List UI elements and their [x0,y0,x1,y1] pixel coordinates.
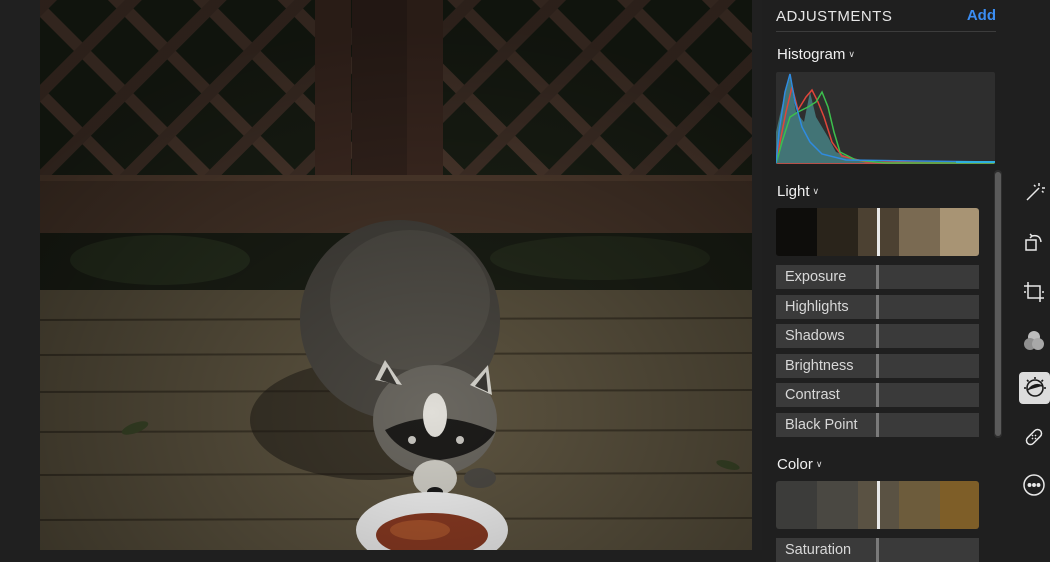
crop-icon[interactable] [1019,277,1049,307]
color-thumb [776,481,817,529]
filters-icon[interactable] [1019,326,1049,356]
slider-handle[interactable] [876,265,879,289]
photo-canvas[interactable] [40,0,752,550]
slider-row-brightness[interactable]: Brightness [776,353,979,378]
adjustments-title: ADJUSTMENTS [776,8,893,25]
histogram-title: Histogram [777,46,846,63]
light-section-toggle[interactable]: Light ∨ [777,183,819,200]
slider-row-shadows[interactable]: Shadows [776,324,979,348]
adjustments-header: ADJUSTMENTS Add [776,7,996,32]
add-button[interactable]: Add [967,7,996,24]
magic-wand-icon[interactable] [1019,178,1049,208]
color-preview-strip[interactable] [776,481,979,529]
slider-row-exposure[interactable]: Exposure [776,265,979,289]
adjust-icon[interactable] [1019,372,1050,404]
slider-handle[interactable] [876,353,879,378]
chevron-down-icon: ∨ [848,49,855,59]
slider-row-highlights[interactable]: Highlights [776,294,979,319]
color-title: Color [777,456,813,473]
retouch-icon[interactable] [1019,422,1049,452]
rotate-icon[interactable] [1019,227,1049,257]
color-thumb [899,481,940,529]
light-thumb [817,208,858,256]
chevron-down-icon: ∨ [815,459,823,469]
color-slider-handle[interactable] [877,481,880,529]
slider-handle[interactable] [876,538,879,562]
adjustments-panel: ADJUSTMENTS Add Histogram ∨ Light ∨ Exposu… [762,0,1014,562]
light-thumb [776,208,817,256]
slider-row-contrast[interactable]: Contrast [776,383,979,407]
slider-label: Contrast [785,387,840,403]
light-title: Light [777,183,810,200]
slider-label: Saturation [785,542,852,558]
histogram-section-toggle[interactable]: Histogram ∨ [777,46,855,63]
slider-label: Black Point [785,416,858,433]
light-preview-strip[interactable] [776,208,979,256]
slider-label: Shadows [785,328,845,344]
color-section-toggle[interactable]: Color ∨ [777,456,822,473]
color-thumb [940,481,979,529]
panel-scrollbar-thumb[interactable] [995,172,1001,436]
slider-handle[interactable] [876,324,879,348]
light-slider-handle[interactable] [877,208,880,256]
chevron-down-icon: ∨ [812,186,820,196]
more-icon[interactable] [1019,470,1049,500]
color-thumb [817,481,858,529]
slider-label: Exposure [785,269,847,285]
slider-row-saturation[interactable]: Saturation [776,538,979,562]
slider-row-black-point[interactable]: Black Point [776,412,979,437]
slider-label: Brightness [785,357,854,374]
photo-canvas-area [0,0,762,550]
edit-toolbar [1014,0,1050,550]
histogram-graph [776,72,995,164]
slider-handle[interactable] [876,412,879,437]
slider-handle[interactable] [876,294,879,319]
light-thumb [899,208,940,256]
slider-label: Highlights [785,298,849,315]
slider-handle[interactable] [876,383,879,407]
light-thumb [940,208,979,256]
